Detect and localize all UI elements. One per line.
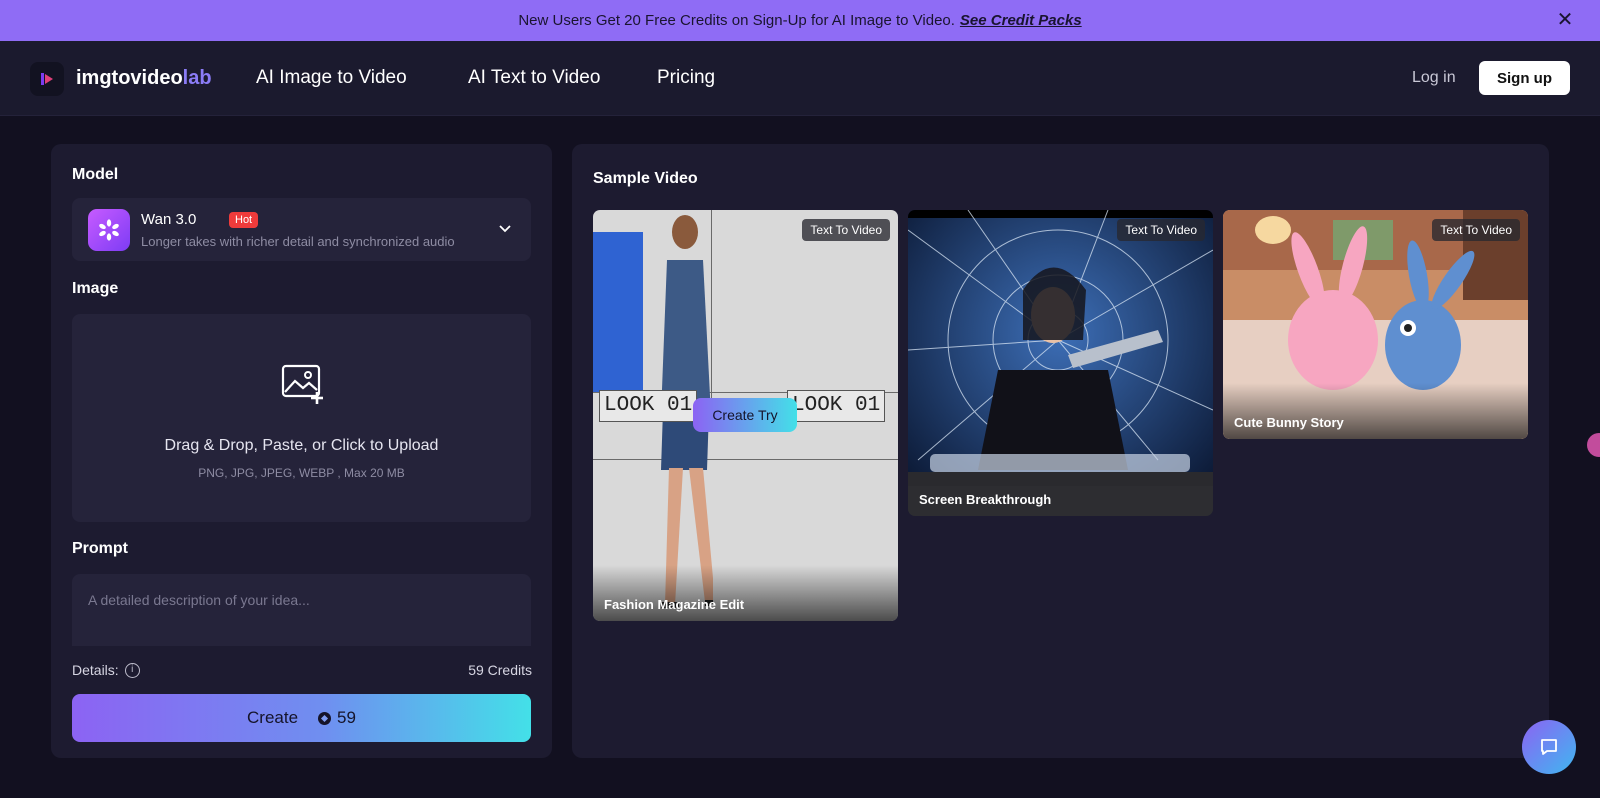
backdrop-panel	[593, 232, 643, 392]
card-title: Fashion Magazine Edit	[604, 597, 745, 612]
sample-card-bunny[interactable]: Text To Video Cute Bunny Story	[1223, 210, 1528, 439]
upload-hint: PNG, JPG, JPEG, WEBP , Max 20 MB	[198, 466, 405, 480]
card-caption: Screen Breakthrough	[908, 486, 1213, 516]
look-label-right: LOOK 01	[787, 390, 886, 422]
model-label: Model	[72, 166, 119, 183]
model-name: Wan 3.0	[141, 211, 197, 228]
credits-count: 59 Credits	[468, 662, 532, 678]
create-cost: 59	[337, 708, 356, 727]
model-dropdown[interactable]: Wan 3.0 Hot Longer takes with richer det…	[72, 198, 531, 261]
credit-packs-link[interactable]: See Credit Packs	[960, 12, 1082, 29]
login-link[interactable]: Log in	[1412, 69, 1456, 87]
chevron-down-icon	[499, 225, 511, 233]
sample-video-title: Sample Video	[593, 170, 698, 187]
card-caption: Cute Bunny Story	[1223, 383, 1528, 439]
card-caption: Fashion Magazine Edit	[593, 565, 898, 621]
promo-banner: New Users Get 20 Free Credits on Sign-Up…	[0, 0, 1600, 41]
card-title: Screen Breakthrough	[919, 492, 1052, 507]
model-logo-icon	[88, 209, 130, 251]
brand-main: imgtovideo	[76, 67, 183, 89]
side-widget-icon[interactable]	[1587, 433, 1600, 457]
details-row: Details: i	[72, 662, 140, 678]
prompt-label: Prompt	[72, 540, 128, 557]
create-label: Create	[247, 708, 299, 727]
model-description: Longer takes with richer detail and sync…	[141, 234, 455, 249]
prompt-input[interactable]	[72, 574, 531, 646]
text-to-video-tag: Text To Video	[802, 219, 890, 241]
card-title: Cute Bunny Story	[1234, 415, 1344, 430]
look-label-left: LOOK 01	[599, 390, 698, 422]
text-to-video-tag: Text To Video	[1117, 219, 1205, 241]
brand-name[interactable]: imgtovideolab	[76, 67, 212, 90]
screen-breakthrough-image	[908, 210, 1213, 516]
image-label: Image	[72, 280, 119, 297]
logo-icon[interactable]	[30, 62, 64, 96]
top-nav: imgtovideolab AI Image to Video AI Text …	[0, 41, 1600, 116]
close-icon[interactable]: ✕	[1554, 9, 1576, 31]
sample-card-screen[interactable]: Text To Video Screen Breakthrough	[908, 210, 1213, 516]
hot-badge: Hot	[229, 212, 259, 228]
guide-line	[593, 459, 898, 460]
create-try-button[interactable]: Create Try	[693, 398, 797, 432]
nav-ai-text-to-video[interactable]: AI Text to Video	[468, 67, 600, 89]
info-icon[interactable]: i	[124, 662, 140, 678]
nav-ai-image-to-video[interactable]: AI Image to Video	[256, 67, 407, 89]
image-upload-zone[interactable]: Drag & Drop, Paste, or Click to Upload P…	[72, 314, 531, 522]
chat-button[interactable]	[1522, 720, 1576, 774]
brand-accent: lab	[182, 67, 212, 89]
text-to-video-tag: Text To Video	[1432, 219, 1520, 241]
nav-pricing[interactable]: Pricing	[657, 67, 715, 89]
chat-icon	[1541, 739, 1557, 755]
promo-text: New Users Get 20 Free Credits on Sign-Up…	[518, 12, 955, 29]
credit-coin-icon	[318, 711, 332, 725]
generator-form: Model Wan 3.0 Hot Longer takes with rich…	[51, 144, 552, 758]
details-label: Details:	[72, 662, 119, 678]
sample-videos-panel: Sample Video LOOK 01 LOOK 01 Create Try …	[572, 144, 1549, 758]
sample-card-fashion[interactable]: LOOK 01 LOOK 01 Create Try Text To Video…	[593, 210, 898, 621]
image-add-icon	[281, 364, 323, 404]
upload-title: Drag & Drop, Paste, or Click to Upload	[164, 437, 439, 454]
create-button[interactable]: Create 59	[72, 694, 531, 742]
signup-button[interactable]: Sign up	[1479, 61, 1570, 95]
